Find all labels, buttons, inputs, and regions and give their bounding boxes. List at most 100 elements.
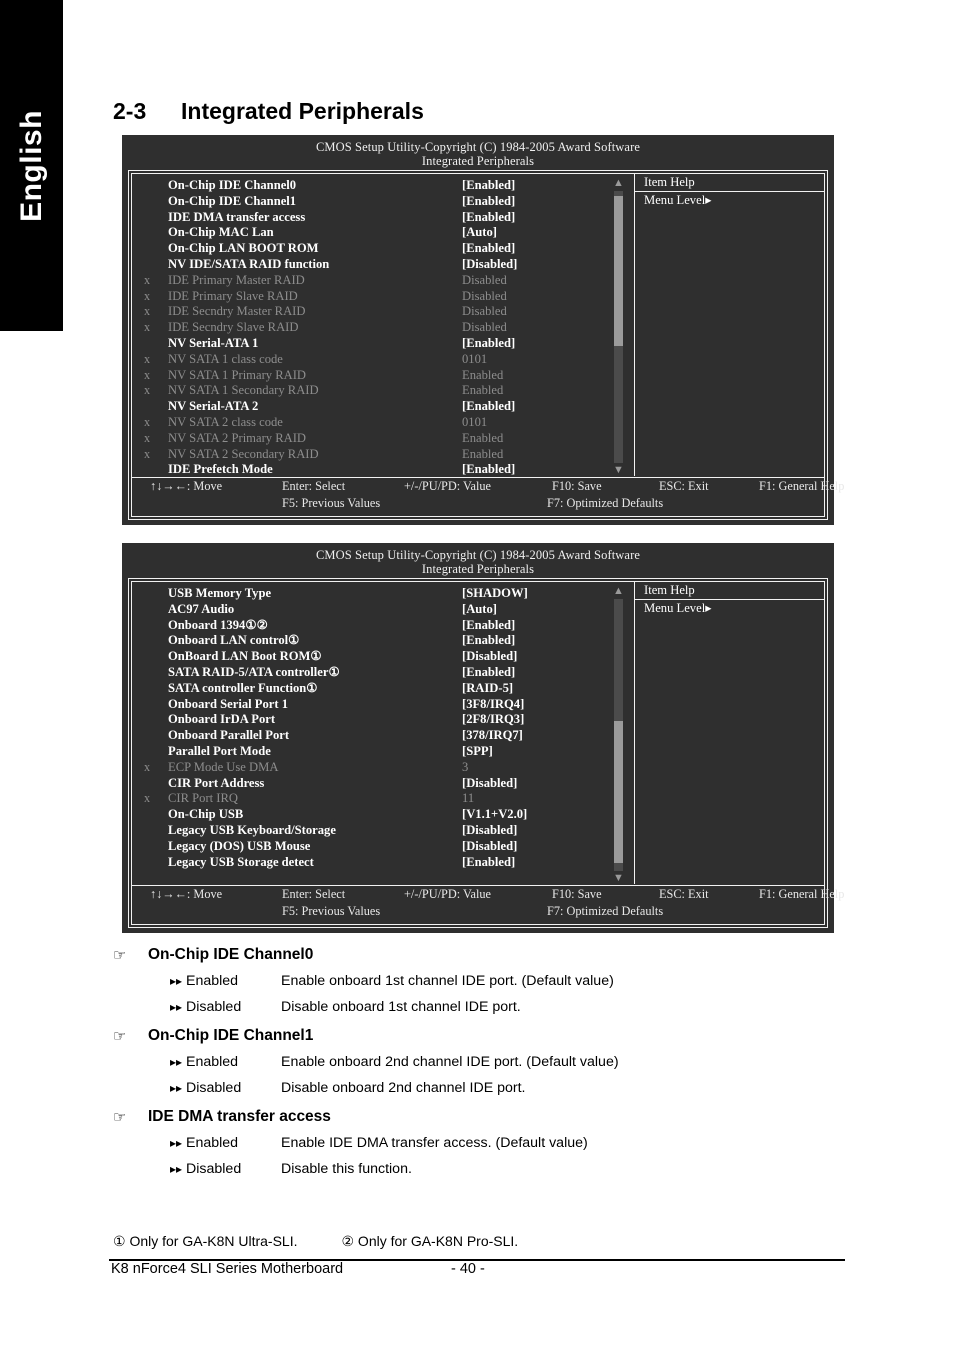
key-hint: F1: General Help (759, 479, 845, 493)
bios-option-row[interactable]: Legacy USB Keyboard/Storage [Disabled] (144, 823, 612, 839)
scrollbar-track[interactable] (614, 191, 623, 463)
scroll-down-arrow-icon[interactable]: ▼ (613, 465, 624, 476)
scrollbar-track[interactable] (614, 599, 623, 871)
scroll-up-arrow-icon[interactable]: ▲ (613, 586, 624, 597)
option-value-row: ▸▸ Enabled Enable onboard 1st channel IDE … (113, 968, 873, 994)
bios-option-row[interactable]: NV Serial-ATA 2 [Enabled] (144, 399, 612, 415)
bios-option-value[interactable]: [Disabled] (462, 257, 517, 273)
bios-option-row[interactable]: x NV SATA 2 Secondary RAID Enabled (144, 447, 612, 463)
bios-option-value[interactable]: [V1.1+V2.0] (462, 807, 527, 823)
bios-option-value[interactable]: Enabled (462, 383, 503, 399)
bios-option-value[interactable]: [Disabled] (462, 776, 517, 792)
bios-option-value[interactable]: [Enabled] (462, 399, 515, 415)
bios-option-value[interactable]: [Enabled] (462, 336, 515, 352)
bios-option-row[interactable]: SATA RAID-5/ATA controller① [Enabled] (144, 665, 612, 681)
double-arrow-icon: ▸▸ (170, 1136, 183, 1150)
bios-option-row[interactable]: On-Chip IDE Channel0 [Enabled] (144, 178, 612, 194)
bios-option-label: NV SATA 1 Primary RAID (168, 367, 306, 382)
bios-option-row[interactable]: On-Chip USB [V1.1+V2.0] (144, 807, 612, 823)
bios-option-value[interactable]: [Enabled] (462, 665, 515, 681)
bios-option-row[interactable]: On-Chip IDE Channel1 [Enabled] (144, 194, 612, 210)
bios-option-value[interactable]: [Auto] (462, 225, 497, 241)
bios-option-value[interactable]: [Enabled] (462, 462, 515, 478)
bios-option-row[interactable]: Onboard 1394①② [Enabled] (144, 618, 612, 634)
description-block: ☞ On-Chip IDE Channel0 ▸▸ Enabled Enable onb… (113, 942, 873, 1020)
bios-option-value[interactable]: [Enabled] (462, 855, 515, 871)
bios-option-value[interactable]: [RAID-5] (462, 681, 513, 697)
scroll-up-arrow-icon[interactable]: ▲ (613, 178, 624, 189)
bios-option-row[interactable]: USB Memory Type [SHADOW] (144, 586, 612, 602)
bios-option-label: Onboard IrDA Port (168, 712, 276, 727)
bios-option-value[interactable]: 3 (462, 760, 468, 776)
bios-option-value[interactable]: [Enabled] (462, 178, 515, 194)
bios-option-row[interactable]: x NV SATA 1 Secondary RAID Enabled (144, 383, 612, 399)
bios-option-row[interactable]: Onboard Parallel Port [378/IRQ7] (144, 728, 612, 744)
bios-option-row[interactable]: OnBoard LAN Boot ROM① [Disabled] (144, 649, 612, 665)
bios-option-row[interactable]: x IDE Primary Slave RAID Disabled (144, 289, 612, 305)
description-block: ☞ On-Chip IDE Channel1 ▸▸ Enabled Enable onb… (113, 1023, 873, 1101)
double-arrow-icon: ▸▸ (170, 1081, 183, 1095)
bios-option-row[interactable]: x NV SATA 1 class code 0101 (144, 352, 612, 368)
bios-option-row[interactable]: x NV SATA 2 Primary RAID Enabled (144, 431, 612, 447)
bios-option-value[interactable]: Disabled (462, 289, 507, 305)
bios-option-value[interactable]: Enabled (462, 431, 503, 447)
bios-option-value[interactable]: Disabled (462, 304, 507, 320)
disabled-marker: x (144, 351, 151, 366)
bios-option-value[interactable]: [Enabled] (462, 618, 515, 634)
bios-option-value[interactable]: [Enabled] (462, 633, 515, 649)
bios-option-label: NV SATA 1 Secondary RAID (168, 383, 319, 398)
bios-option-value[interactable]: [Auto] (462, 602, 497, 618)
bios-option-value[interactable]: Enabled (462, 447, 503, 463)
bios-option-row[interactable]: x CIR Port IRQ 11 (144, 791, 612, 807)
bios-option-row[interactable]: Onboard Serial Port 1 [3F8/IRQ4] (144, 697, 612, 713)
bios-option-label: CIR Port Address (168, 775, 265, 790)
bios-option-value[interactable]: [Enabled] (462, 241, 515, 257)
bios-option-value[interactable]: [SHADOW] (462, 586, 528, 602)
bios-option-row[interactable]: On-Chip MAC Lan [Auto] (144, 225, 612, 241)
bios-option-row[interactable]: Onboard IrDA Port [2F8/IRQ3] (144, 712, 612, 728)
bios-option-label: USB Memory Type (168, 586, 272, 600)
bios-option-value[interactable]: Disabled (462, 273, 507, 289)
bios-option-value[interactable]: 0101 (462, 352, 487, 368)
bios-option-row[interactable]: CIR Port Address [Disabled] (144, 776, 612, 792)
scroll-down-arrow-icon[interactable]: ▼ (613, 873, 624, 884)
bios-option-row[interactable]: IDE DMA transfer access [Enabled] (144, 210, 612, 226)
bios-option-row[interactable]: x IDE Primary Master RAID Disabled (144, 273, 612, 289)
bios-option-value[interactable]: Disabled (462, 320, 507, 336)
bios-option-row[interactable]: On-Chip LAN BOOT ROM [Enabled] (144, 241, 612, 257)
bios-key-hint-bar: ↑↓→←: Move Enter: Select +/-/PU/PD: Value F… (132, 885, 844, 924)
bios-title-line-2: Integrated Peripherals (421, 154, 535, 168)
bios-option-row[interactable]: Legacy (DOS) USB Mouse [Disabled] (144, 839, 612, 855)
bios-option-row[interactable]: NV IDE/SATA RAID function [Disabled] (144, 257, 612, 273)
bios-option-value[interactable]: [Disabled] (462, 649, 517, 665)
bios-option-row[interactable]: x IDE Secndry Slave RAID Disabled (144, 320, 612, 336)
bios-option-value[interactable]: 0101 (462, 415, 487, 431)
bios-option-row[interactable]: SATA controller Function① [RAID-5] (144, 681, 612, 697)
bios-option-value[interactable]: [2F8/IRQ3] (462, 712, 524, 728)
scrollbar-thumb[interactable] (614, 721, 623, 863)
scrollbar-thumb[interactable] (614, 196, 623, 347)
bios-option-value[interactable]: [Enabled] (462, 194, 515, 210)
bios-option-row[interactable]: Parallel Port Mode [SPP] (144, 744, 612, 760)
bios-option-value[interactable]: 11 (462, 791, 474, 807)
bios-option-row[interactable]: NV Serial-ATA 1 [Enabled] (144, 336, 612, 352)
bios-option-row[interactable]: Legacy USB Storage detect [Enabled] (144, 855, 612, 871)
bios-option-value[interactable]: [Enabled] (462, 210, 515, 226)
bios-option-label: IDE Prefetch Mode (168, 462, 273, 477)
bios-option-row[interactable]: AC97 Audio [Auto] (144, 602, 612, 618)
bios-option-row[interactable]: IDE Prefetch Mode [Enabled] (144, 462, 612, 478)
bios-option-value[interactable]: [Disabled] (462, 839, 517, 855)
bios-option-value[interactable]: Enabled (462, 368, 503, 384)
bios-option-row[interactable]: x NV SATA 1 Primary RAID Enabled (144, 368, 612, 384)
bios-option-value[interactable]: [SPP] (462, 744, 493, 760)
bios-option-row[interactable]: Onboard LAN control① [Enabled] (144, 633, 612, 649)
bios-option-value[interactable]: [Disabled] (462, 823, 517, 839)
bios-option-value[interactable]: [3F8/IRQ4] (462, 697, 524, 713)
bios-option-value[interactable]: [378/IRQ7] (462, 728, 523, 744)
bios-option-row[interactable]: x ECP Mode Use DMA 3 (144, 760, 612, 776)
bios-option-row[interactable]: x NV SATA 2 class code 0101 (144, 415, 612, 431)
bios-scrollbar[interactable]: ▲ ▼ (613, 178, 624, 476)
bios-option-row[interactable]: x IDE Secndry Master RAID Disabled (144, 304, 612, 320)
bios-scrollbar[interactable]: ▲ ▼ (613, 586, 624, 884)
option-value-row: ▸▸ Enabled Enable onboard 2nd channel IDE … (113, 1049, 873, 1075)
